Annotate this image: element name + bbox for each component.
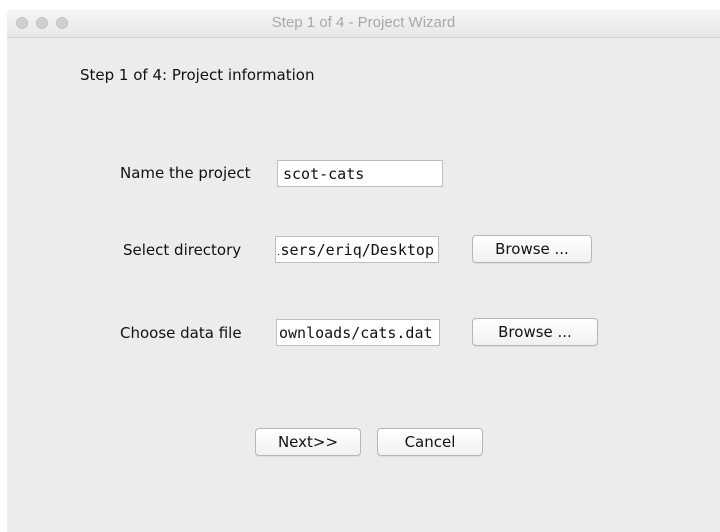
project-name-input[interactable] (277, 160, 443, 187)
project-name-label: Name the project (120, 164, 251, 182)
next-button[interactable]: Next>> (255, 428, 361, 456)
directory-input[interactable] (275, 236, 439, 263)
browse-data-file-button[interactable]: Browse ... (472, 318, 598, 346)
browse-directory-button[interactable]: Browse ... (472, 235, 592, 263)
data-file-input[interactable] (276, 319, 440, 346)
wizard-window: Step 1 of 4 - Project Wizard Step 1 of 4… (7, 9, 720, 532)
title-bar[interactable]: Step 1 of 4 - Project Wizard (7, 9, 720, 38)
cancel-button[interactable]: Cancel (377, 428, 483, 456)
step-heading: Step 1 of 4: Project information (80, 66, 315, 84)
window-title: Step 1 of 4 - Project Wizard (271, 14, 456, 31)
select-directory-label: Select directory (123, 241, 242, 259)
choose-data-file-label: Choose data file (120, 324, 242, 342)
